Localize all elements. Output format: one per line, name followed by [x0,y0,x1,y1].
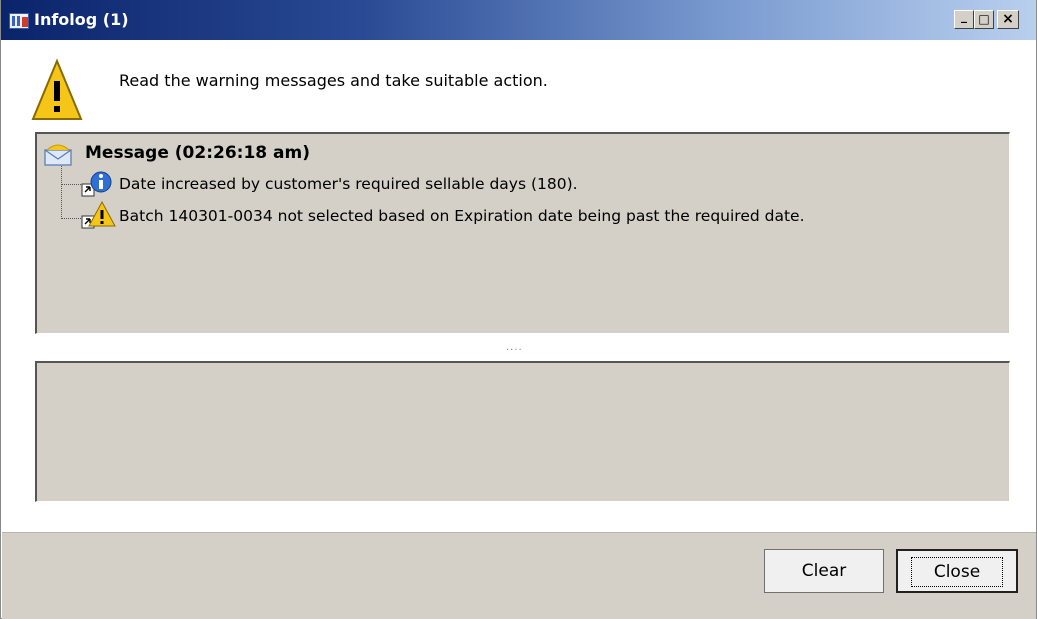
info-icon[interactable] [81,170,117,198]
detail-panel[interactable] [35,361,1010,502]
message-info-row[interactable]: Date increased by customer's required se… [119,174,578,194]
tree-connector [61,163,62,219]
title-bar[interactable]: Infolog (1) _ □ × [1,0,1036,40]
message-warning-row[interactable]: Batch 140301-0034 not selected based on … [119,206,805,226]
minimize-icon: _ [961,9,967,23]
clear-button[interactable]: Clear [764,549,884,593]
close-icon: × [1002,11,1014,27]
tree-connector [61,184,83,185]
minimize-button[interactable]: _ [954,9,974,29]
splitter-grip[interactable]: ···· [506,345,523,356]
message-envelope-icon[interactable] [43,143,73,167]
warning-icon[interactable] [81,200,117,230]
close-button-label: Close [910,557,1004,587]
infolog-window: Infolog (1) _ □ × Read the warning messa… [0,0,1037,619]
close-button[interactable]: Close [896,549,1018,593]
instruction-text: Read the warning messages and take suita… [119,71,548,90]
warning-icon [31,58,83,120]
tree-connector [61,218,83,219]
maximize-button[interactable]: □ [974,10,994,29]
close-window-button[interactable]: × [997,10,1019,29]
message-group-title[interactable]: Message (02:26:18 am) [85,143,310,164]
window-title: Infolog (1) [34,10,129,29]
infolog-app-icon [9,13,29,29]
maximize-icon: □ [978,12,990,26]
